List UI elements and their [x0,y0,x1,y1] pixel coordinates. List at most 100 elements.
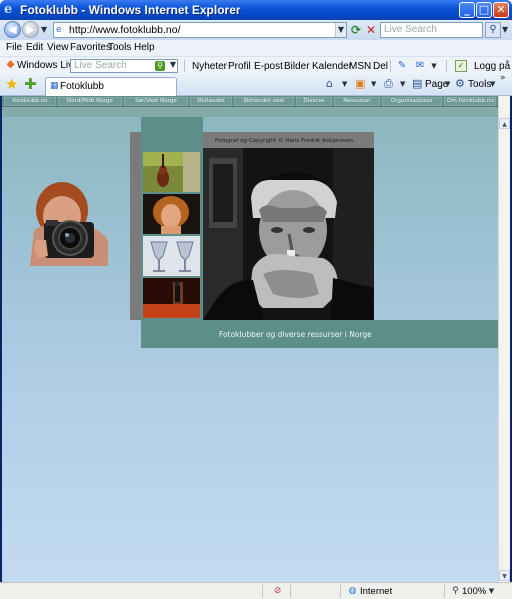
live-link-nyheter[interactable]: Nyheter [192,61,227,72]
site-nav: fotoklubb.no Nord/Midt Norge Sør/Vest No… [2,96,498,107]
nav-link-ostlandet[interactable]: Østlandet [190,97,232,106]
status-bar: ⊘ ◍ Internet ⚲ 100% ▼ [0,582,512,599]
nav-link-om[interactable]: Om fotoklubb.no [444,97,496,106]
forward-button[interactable]: ▶ [22,21,39,38]
live-link-msn[interactable]: MSN [349,61,371,72]
thumb-portrait-image[interactable] [143,194,200,234]
live-link-del[interactable]: Del [373,61,388,72]
scroll-down-icon[interactable]: ▼ [499,570,510,581]
nav-link-fotoklubb[interactable]: fotoklubb.no [4,97,56,106]
search-input[interactable]: Live Search [380,22,483,38]
live-search-placeholder: Live Search [74,60,127,71]
recent-pages-dropdown-icon[interactable]: ▼ [41,25,47,34]
favorites-star-icon[interactable]: ★ [5,77,18,92]
close-button[interactable]: ✕ [493,2,509,18]
refresh-icon[interactable]: ⟳ [349,23,363,37]
home-dropdown-icon[interactable]: ▼ [342,80,347,88]
minimize-button[interactable]: _ [459,2,475,18]
zoom-level[interactable]: 100% [462,586,486,597]
menu-file[interactable]: File [6,42,22,53]
nav-link-ressurser[interactable]: Ressurser [334,97,380,106]
live-link-epost[interactable]: E-post [254,61,283,72]
chevron-icon[interactable]: » [500,73,506,83]
tools-menu[interactable]: Tools [468,79,491,90]
menu-view[interactable]: View [47,42,69,53]
status-divider [290,585,291,598]
print-dropdown-icon[interactable]: ▼ [400,80,405,88]
globe-icon: ◍ [348,586,357,596]
check-icon: ✓ [455,60,467,72]
mail-icon[interactable]: ✉ [414,60,426,72]
browser-window: e Fotoklubb - Windows Internet Explorer … [0,0,512,599]
menu-favorites[interactable]: Favorites [70,42,111,53]
windows-live-toolbar: ❖ Windows Live Live Search ⚲ ▼ Nyheter Pr… [0,56,512,74]
live-search-input[interactable]: Live Search ⚲ ▼ [70,59,178,73]
menu-help[interactable]: Help [134,42,155,53]
blocked-icon[interactable]: ⊘ [272,586,283,597]
zoom-icon[interactable]: ⚲ [450,586,461,597]
scroll-up-icon[interactable]: ▲ [499,118,510,129]
tools-dropdown-icon[interactable]: ▼ [490,80,495,88]
address-url[interactable]: http://www.fotoklubb.no/ [69,24,180,36]
title-bar: e Fotoklubb - Windows Internet Explorer … [0,0,512,20]
featured-photo[interactable] [203,148,374,320]
address-row: ◀ ▶ ▼ e http://www.fotoklubb.no/ ▼ ⟳ ✕ L… [0,20,512,40]
ie-icon: e [4,2,13,17]
back-button[interactable]: ◀ [4,21,21,38]
page-viewport: fotoklubb.no Nord/Midt Norge Sør/Vest No… [2,96,498,582]
zoom-dropdown-icon[interactable]: ▼ [486,586,497,597]
toolbar-divider [446,60,447,72]
tools-gear-icon[interactable]: ⚙ [455,78,465,90]
maximize-button[interactable]: □ [476,2,492,18]
photographer-image[interactable] [22,180,110,266]
live-search-go-icon[interactable]: ⚲ [155,61,165,71]
site-caption: Fotoklubber og diverse ressurser i Norge [219,330,372,339]
home-icon[interactable]: ⌂ [326,78,333,90]
live-link-profil[interactable]: Profil [228,61,251,72]
window-title: Fotoklubb - Windows Internet Explorer [20,3,241,17]
security-zone[interactable]: Internet [360,586,392,597]
mail-dropdown-icon[interactable]: ▼ [428,60,440,72]
live-link-kalender[interactable]: Kalender [312,61,352,72]
nav-link-nord-midt[interactable]: Nord/Midt Norge [58,97,122,106]
menu-tools[interactable]: Tools [108,42,131,53]
tab-bar: ★ ✚ ▦ Fotoklubb ⌂ ▼ ▣ ▼ ⎙ ▼ ▤ Page ▼ ⚙ T… [0,73,512,96]
search-icon[interactable]: ⚲ [485,22,501,38]
feeds-icon[interactable]: ▣ [355,78,365,90]
live-search-dropdown-icon[interactable]: ▼ [170,60,176,69]
nav-link-ostlandet-vest[interactable]: Østlandet vest [234,97,294,106]
vertical-scrollbar[interactable]: ▲ ▼ [498,96,510,582]
thumb-corridor-image[interactable] [143,278,200,318]
add-favorite-icon[interactable]: ✚ [24,77,37,92]
address-dropdown-icon[interactable]: ▼ [335,23,346,37]
login-link[interactable]: Logg på [474,61,510,72]
address-bar[interactable]: e http://www.fotoklubb.no/ ▼ [53,22,347,38]
search-placeholder: Live Search [384,24,437,35]
status-divider [444,585,445,598]
stop-icon[interactable]: ✕ [364,23,378,37]
page-dropdown-icon[interactable]: ▼ [445,80,450,88]
print-icon[interactable]: ⎙ [384,78,393,90]
tab-page-icon: ▦ [50,81,59,91]
nav-link-diverse[interactable]: Diverse [296,97,332,106]
tab-fotoklubb[interactable]: ▦ Fotoklubb [45,77,177,96]
nav-underband [2,107,498,117]
page-icon[interactable]: ▤ [412,78,422,90]
page-icon: e [56,25,62,35]
windows-live-logo[interactable]: ❖ Windows Live [6,60,79,71]
search-options-dropdown-icon[interactable]: ▼ [502,25,508,34]
live-link-bilder[interactable]: Bilder [284,61,310,72]
tab-label: Fotoklubb [60,81,104,92]
thumb-glasses-image[interactable] [143,236,200,276]
status-divider [262,585,263,598]
nav-link-organisasjoner[interactable]: Organisasjoner [382,97,442,106]
feeds-dropdown-icon[interactable]: ▼ [371,80,376,88]
toolbar-divider [184,60,185,72]
windows-flag-icon: ❖ [6,60,15,71]
thumb-violin-image[interactable] [143,152,200,192]
menu-edit[interactable]: Edit [26,42,43,53]
browser-chrome: ◀ ▶ ▼ e http://www.fotoklubb.no/ ▼ ⟳ ✕ L… [0,20,512,96]
toolbar-divider [390,60,391,72]
nav-link-sor-vest[interactable]: Sør/Vest Norge [124,97,188,106]
pen-icon[interactable]: ✎ [396,60,408,72]
